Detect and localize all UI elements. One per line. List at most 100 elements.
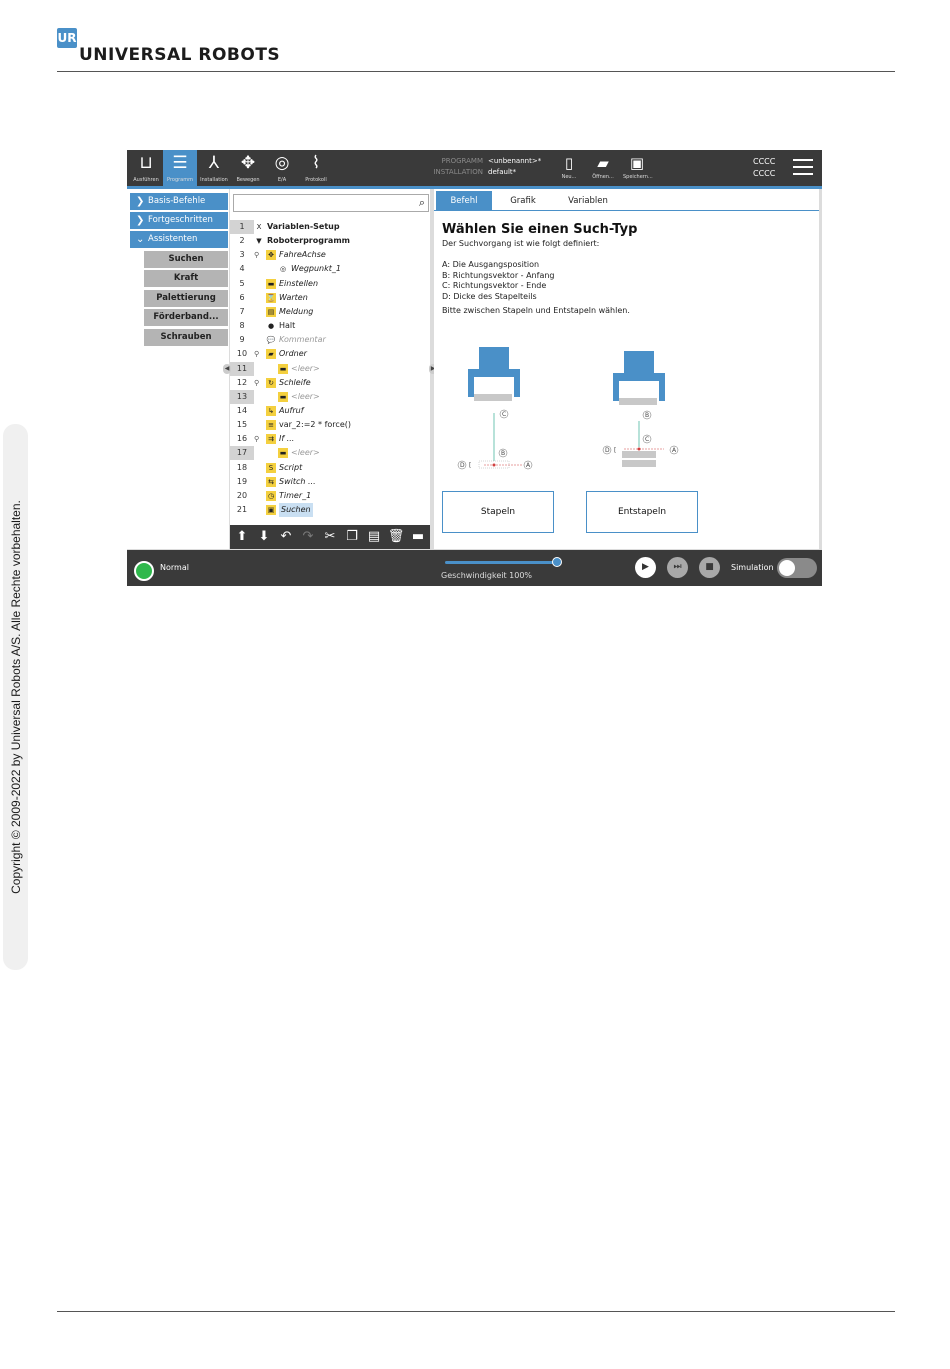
robot-status-code: CCCC CCCC [753, 157, 776, 178]
tree-row[interactable]: 12 ⚲ ↻ Schleife [230, 376, 430, 390]
cut-icon[interactable]: ✂ [320, 528, 340, 546]
tree-line-number: 16 [236, 434, 248, 444]
tree-row[interactable]: 2 ▼ Roboterprogramm [230, 234, 430, 248]
nav-program-button[interactable]: ☰ Programm [163, 150, 197, 186]
tree-row[interactable]: 8 ● Halt [230, 319, 430, 333]
speed-slider[interactable] [445, 561, 557, 564]
tree-node-icon: ⇉ [266, 434, 276, 445]
nav-installation-button[interactable]: ⅄ Installation [197, 150, 231, 186]
save-program-button[interactable]: ▣ Speichern... [623, 152, 653, 184]
tree-row[interactable]: 9 💬 Kommentar [230, 333, 430, 347]
installation-name: default* [488, 168, 517, 176]
tree-line-number: 3 [239, 250, 245, 260]
tree-node-label: Warten [279, 292, 308, 302]
tree-line-number: 21 [236, 505, 248, 514]
assistant-schrauben[interactable]: Schrauben [144, 329, 228, 346]
chevron-down-icon: ⌄ [136, 234, 145, 245]
tree-row[interactable]: 18 S Script [230, 461, 430, 475]
tree-row[interactable]: 5 ▬ Einstellen [230, 277, 430, 291]
nav-io-button[interactable]: ◎ E/A [265, 150, 299, 186]
tree-row[interactable]: 10 ⚲ ▰ Ordner [230, 347, 430, 361]
category-basis-befehle[interactable]: ❯ Basis-Befehle [130, 193, 228, 210]
tree-node-label: Meldung [279, 306, 314, 316]
tree-row[interactable]: 4 ◎ Wegpunkt_1 [230, 262, 430, 276]
label-b: B [645, 412, 649, 419]
category-assistenten[interactable]: ⌄ Assistenten [130, 231, 228, 248]
stop-icon[interactable]: ■ [699, 557, 720, 578]
assistant-kraft[interactable]: Kraft [144, 270, 228, 287]
assistant-palettierung[interactable]: Palettierung [144, 290, 228, 307]
assistant-suchen[interactable]: Suchen [144, 251, 228, 268]
tree-row[interactable]: 6 ⌛ Warten [230, 291, 430, 305]
tree-node-icon: ⌛ [266, 292, 276, 303]
undo-icon[interactable]: ↶ [276, 528, 296, 546]
redo-icon[interactable]: ↷ [298, 528, 318, 546]
tree-row[interactable]: 17 ▬ <leer> [230, 446, 430, 461]
tree-row[interactable]: 3 ⚲ ✥ FahreAchse [230, 248, 430, 262]
intro-text: Der Suchvorgang ist wie folgt definiert: [442, 239, 600, 248]
tab-grafik[interactable]: Grafik [496, 191, 550, 211]
tree-row[interactable]: 20 ◷ Timer_1 [230, 489, 430, 503]
tree-node-icon: ✥ [266, 250, 276, 261]
paste-icon[interactable]: ▤ [364, 528, 384, 546]
program-info-labels: PROGRAMM INSTALLATION [433, 157, 483, 176]
open-program-button[interactable]: ▰ Öffnen... [589, 152, 617, 184]
tab-variablen[interactable]: Variablen [554, 191, 622, 211]
move-up-icon[interactable]: ⬆ [232, 528, 252, 546]
tree-node-label: Script [279, 462, 303, 472]
robot-status-text: Normal [160, 563, 189, 572]
entstapeln-button[interactable]: Entstapeln [586, 491, 698, 533]
simulation-toggle[interactable] [777, 558, 817, 578]
copy-icon[interactable]: ❐ [342, 528, 362, 546]
tree-row[interactable]: 19 ⇆ Switch ... [230, 475, 430, 489]
delete-icon[interactable]: 🗑 [386, 528, 406, 546]
tree-row[interactable]: 15 ≡ var_2:=2 * force() [230, 418, 430, 432]
nav-move-button[interactable]: ✥ Bewegen [231, 150, 265, 186]
tree-node-label: Kommentar [279, 335, 326, 345]
tree-row[interactable]: 13 ▬ <leer> [230, 389, 430, 404]
play-icon[interactable]: ▶ [635, 557, 656, 578]
tree-line-number: 13 [230, 389, 254, 404]
step-icon[interactable]: ⏭ [667, 557, 688, 578]
tree-node-label: var_2:=2 * force() [279, 420, 351, 430]
nav-log-button[interactable]: ⌇ Protokoll [299, 150, 333, 186]
tree-row[interactable]: 7 ▤ Meldung [230, 305, 430, 319]
expand-toggle-icon[interactable]: ⚲ [254, 248, 259, 262]
tree-row[interactable]: 16 ⚲ ⇉ If ... [230, 432, 430, 446]
tree-line-number: 8 [239, 321, 245, 331]
tree-node-label: Switch ... [279, 476, 316, 486]
move-down-icon[interactable]: ⬇ [254, 528, 274, 546]
svg-text:[: [ [469, 462, 471, 469]
power-status-icon[interactable] [134, 561, 154, 581]
stapeln-button[interactable]: Stapeln [442, 491, 554, 533]
suppress-icon[interactable]: ▬ [408, 528, 428, 546]
tree-node-icon: ▼ [256, 237, 262, 246]
category-fortgeschritten[interactable]: ❯ Fortgeschritten [130, 212, 228, 229]
tree-node-label: <leer> [291, 448, 320, 458]
save-icon: ▣ [629, 154, 645, 172]
tab-befehl[interactable]: Befehl [436, 191, 492, 211]
tree-line-number: 5 [239, 278, 245, 288]
tree-row[interactable]: 1 X Variablen-Setup [230, 220, 430, 234]
tree-row[interactable]: 14 ↳ Aufruf [230, 404, 430, 418]
tree-search-input[interactable]: ⌕ [233, 194, 429, 212]
nav-run-button[interactable]: ⊔ Ausführen [129, 150, 163, 186]
tree-toolbar: ⬆ ⬇ ↶ ↷ ✂ ❐ ▤ 🗑 ▬ [230, 525, 430, 549]
tree-node-label: If ... [279, 434, 295, 444]
hamburger-menu-icon[interactable] [793, 159, 813, 177]
open-folder-icon: ▰ [597, 154, 609, 172]
expand-toggle-icon[interactable]: ⚲ [254, 432, 259, 446]
speed-slider-handle[interactable] [552, 557, 562, 567]
tree-node-label: Ordner [279, 349, 307, 359]
tree-row[interactable]: 21 ▣ Suchen [230, 503, 430, 517]
tree-row[interactable]: 11 ▬ <leer> [230, 361, 430, 376]
page-header: UR UNIVERSAL ROBOTS [57, 28, 895, 72]
content-title: Wählen Sie einen Such-Typ [442, 222, 638, 237]
new-program-button[interactable]: ▯ Neu... [555, 152, 583, 184]
tree-line-number: 1 [230, 220, 254, 234]
expand-toggle-icon[interactable]: ⚲ [254, 347, 259, 361]
tree-node-label: Variablen-Setup [267, 222, 340, 231]
expand-toggle-icon[interactable]: ⚲ [254, 376, 259, 390]
assistant-foerderband[interactable]: Förderband... [144, 309, 228, 326]
collapse-left-handle-icon[interactable]: ◀ [223, 364, 231, 374]
